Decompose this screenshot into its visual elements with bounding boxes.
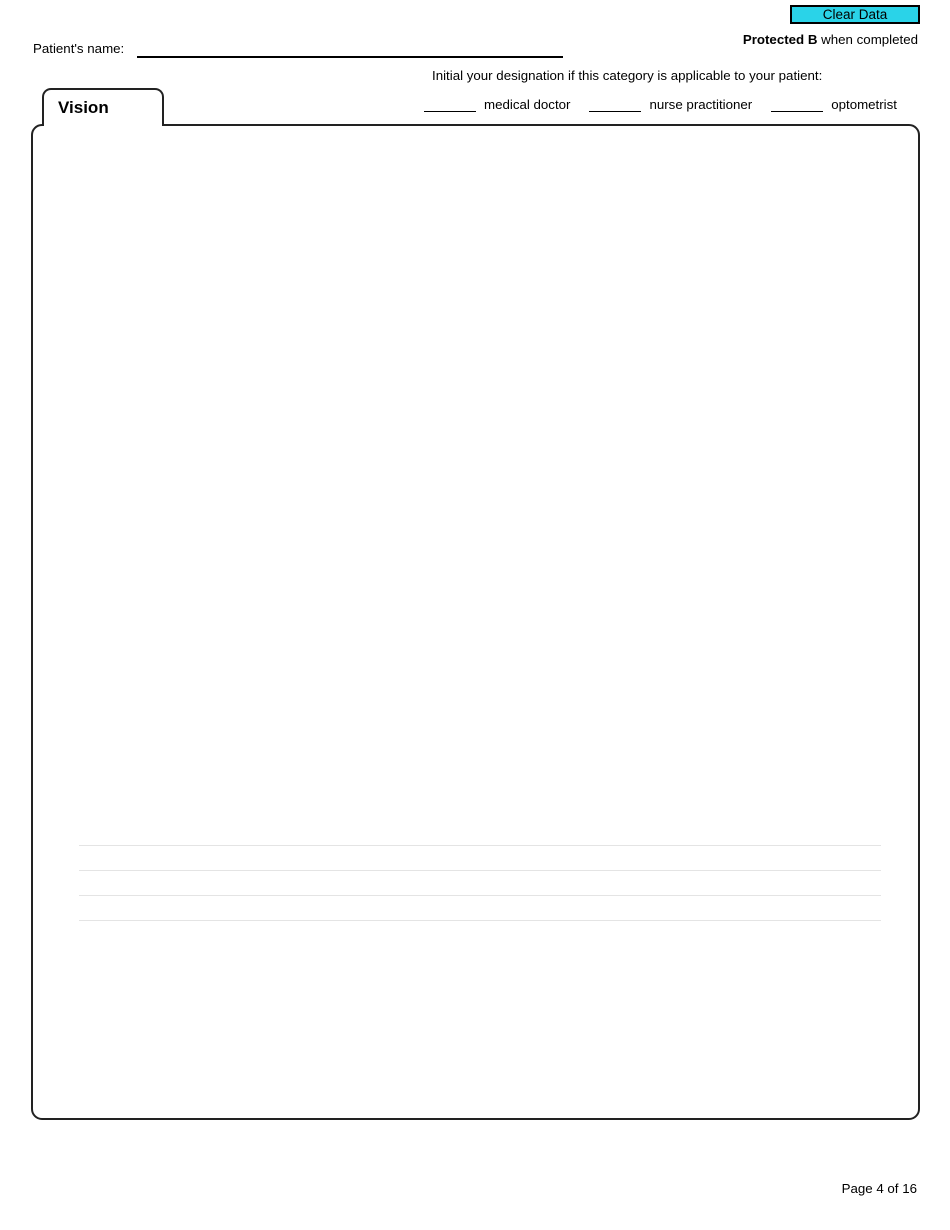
designation-initials-optometrist[interactable] [771, 95, 824, 112]
page-number-footer: Page 4 of 16 [841, 1181, 917, 1196]
designation-medical-doctor: medical doctor [424, 95, 570, 112]
designation-label-medical-doctor: medical doctor [484, 97, 571, 112]
designation-optometrist: optometrist [771, 95, 897, 112]
clear-data-button[interactable]: Clear Data [790, 5, 920, 24]
question-2-comment-box [61, 808, 897, 944]
designation-row: medical doctor nurse practitioner optome… [424, 95, 920, 112]
patient-name-row: Patient's name: [33, 36, 564, 58]
vision-section-panel [31, 124, 920, 1120]
designation-prompt: Initial your designation if this categor… [432, 68, 823, 83]
protected-b-bold: Protected B [742, 32, 818, 47]
patient-name-input[interactable] [137, 36, 564, 58]
section-tab-vision: Vision [42, 88, 164, 126]
designation-nurse-practitioner: nurse practitioner [589, 95, 752, 112]
designation-label-optometrist: optometrist [831, 97, 897, 112]
designation-label-nurse-practitioner: nurse practitioner [649, 97, 753, 112]
question-2-comment-textarea[interactable] [62, 809, 896, 943]
designation-initials-medical-doctor[interactable] [424, 95, 476, 112]
designation-initials-nurse-practitioner[interactable] [589, 95, 642, 112]
protected-b-notice: Protected B when completed [743, 32, 918, 47]
tab-seam-mask [46, 122, 160, 128]
patient-name-label: Patient's name: [33, 41, 125, 56]
section-tab-label: Vision [58, 98, 109, 117]
protected-b-rest: when completed [817, 32, 918, 47]
